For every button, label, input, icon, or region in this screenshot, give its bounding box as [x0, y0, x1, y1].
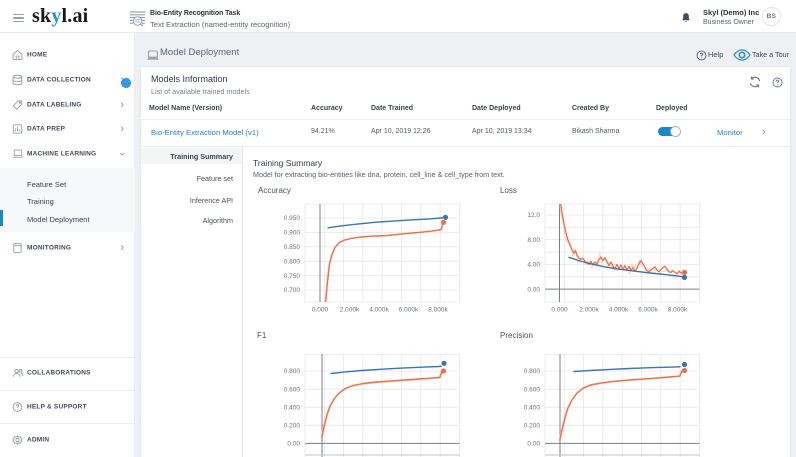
svg-text:0.900: 0.900: [284, 230, 301, 237]
svg-text:0.00: 0.00: [527, 286, 540, 293]
svg-text:0.850: 0.850: [284, 244, 301, 251]
svg-text:12.0: 12.0: [527, 212, 540, 219]
svg-text:0.400: 0.400: [284, 404, 301, 411]
svg-text:0.00: 0.00: [527, 441, 540, 448]
svg-text:0.700: 0.700: [284, 287, 301, 294]
svg-text:4.000k: 4.000k: [369, 307, 389, 314]
svg-text:0.800: 0.800: [284, 258, 301, 265]
svg-text:0.600: 0.600: [524, 386, 541, 393]
svg-text:0.950: 0.950: [284, 215, 301, 222]
svg-text:6.000k: 6.000k: [638, 307, 658, 314]
svg-text:0.800: 0.800: [284, 368, 301, 375]
svg-text:8.000k: 8.000k: [428, 307, 448, 314]
svg-text:4.000k: 4.000k: [609, 307, 629, 314]
svg-text:0.200: 0.200: [284, 423, 301, 430]
svg-text:0.400: 0.400: [524, 404, 541, 411]
svg-text:6.000k: 6.000k: [399, 307, 419, 314]
svg-text:0.000: 0.000: [312, 307, 329, 314]
svg-text:0.00: 0.00: [287, 441, 300, 448]
svg-text:4.00: 4.00: [527, 262, 540, 269]
svg-text:0.750: 0.750: [284, 273, 301, 280]
svg-text:0.600: 0.600: [284, 386, 301, 393]
svg-text:0.200: 0.200: [524, 423, 541, 430]
svg-text:8.000k: 8.000k: [668, 307, 688, 314]
svg-text:2.000k: 2.000k: [340, 307, 360, 314]
svg-text:0.000: 0.000: [551, 307, 568, 314]
svg-text:2.000k: 2.000k: [579, 307, 599, 314]
svg-text:8.00: 8.00: [527, 237, 540, 244]
svg-text:0.800: 0.800: [524, 368, 541, 375]
